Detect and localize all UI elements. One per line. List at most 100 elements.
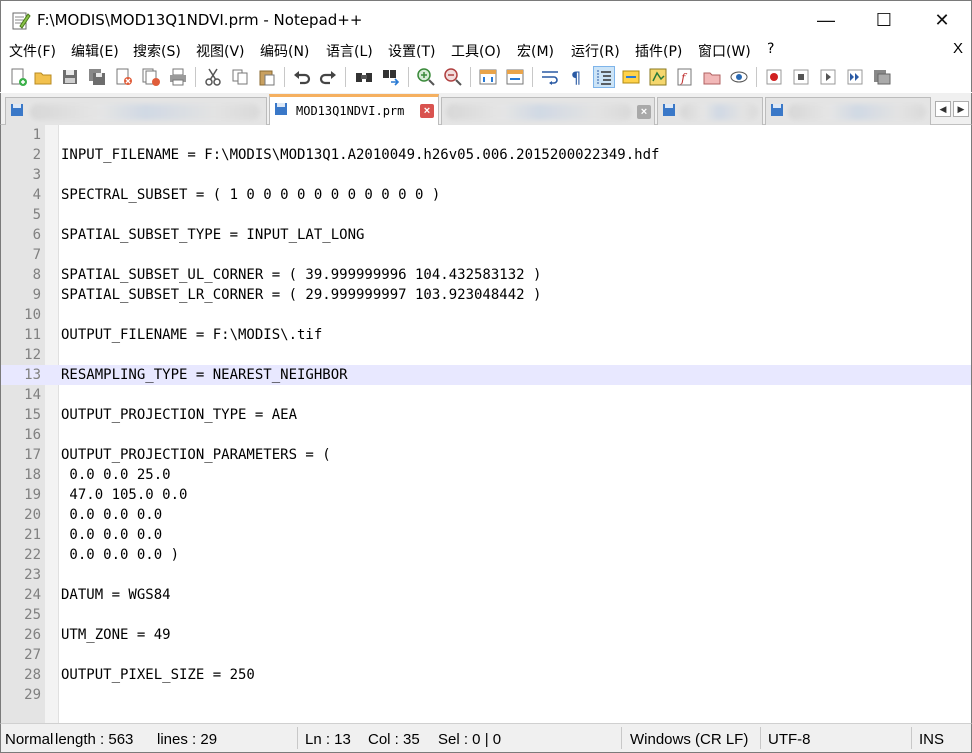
redo-icon[interactable] bbox=[317, 66, 339, 88]
zoom-in-icon[interactable] bbox=[415, 66, 437, 88]
maximize-button[interactable]: ☐ bbox=[855, 1, 913, 39]
code-line[interactable]: 21 0.0 0.0 0.0 bbox=[1, 525, 971, 545]
run-macro-multiple-icon[interactable] bbox=[844, 66, 866, 88]
cut-icon[interactable] bbox=[202, 66, 224, 88]
menu-settings[interactable]: 设置(T) bbox=[388, 41, 435, 61]
menu-plugins[interactable]: 插件(P) bbox=[635, 41, 682, 61]
sync-horizontal-icon[interactable] bbox=[504, 66, 526, 88]
menu-search[interactable]: 搜索(S) bbox=[133, 41, 181, 61]
code-line[interactable]: 28 OUTPUT_PIXEL_SIZE = 250 bbox=[1, 665, 971, 685]
code-line[interactable]: 17 OUTPUT_PROJECTION_PARAMETERS = ( bbox=[1, 445, 971, 465]
menu-tools[interactable]: 工具(O) bbox=[451, 41, 501, 61]
folder-workspace-icon[interactable] bbox=[701, 66, 723, 88]
code-line[interactable]: 27 bbox=[1, 645, 971, 665]
tab-mod13q1ndvi[interactable]: MOD13Q1NDVI.prm × bbox=[269, 94, 439, 125]
code-line[interactable]: 19 47.0 105.0 0.0 bbox=[1, 485, 971, 505]
tab-close-button[interactable]: × bbox=[420, 104, 434, 118]
code-line[interactable]: 20 0.0 0.0 0.0 bbox=[1, 505, 971, 525]
menu-file[interactable]: 文件(F) bbox=[9, 41, 56, 61]
function-list-icon[interactable]: f bbox=[674, 66, 696, 88]
code-line[interactable]: 22 0.0 0.0 0.0 ) bbox=[1, 545, 971, 565]
line-number: 25 bbox=[24, 607, 41, 623]
code-line[interactable]: 18 0.0 0.0 25.0 bbox=[1, 465, 971, 485]
code-line[interactable]: 23 bbox=[1, 565, 971, 585]
new-file-icon[interactable] bbox=[7, 66, 29, 88]
line-number: 4 bbox=[32, 187, 41, 203]
code-line[interactable]: 4 SPECTRAL_SUBSET = ( 1 0 0 0 0 0 0 0 0 0… bbox=[1, 185, 971, 205]
minimize-button[interactable]: — bbox=[797, 1, 855, 39]
undo-icon[interactable] bbox=[291, 66, 313, 88]
code-line[interactable]: 2 INPUT_FILENAME = F:\MODIS\MOD13Q1.A2010… bbox=[1, 145, 971, 165]
line-text: 47.0 105.0 0.0 bbox=[61, 487, 188, 503]
copy-icon[interactable] bbox=[229, 66, 251, 88]
code-line[interactable]: 7 bbox=[1, 245, 971, 265]
show-all-chars-icon[interactable]: ¶ bbox=[566, 66, 588, 88]
word-wrap-icon[interactable] bbox=[539, 66, 561, 88]
code-line[interactable]: 12 bbox=[1, 345, 971, 365]
line-number: 15 bbox=[24, 407, 41, 423]
line-text: 0.0 0.0 25.0 bbox=[61, 467, 171, 483]
line-number: 7 bbox=[32, 247, 41, 263]
editor[interactable]: 1 2 INPUT_FILENAME = F:\MODIS\MOD13Q1.A201… bbox=[0, 125, 972, 723]
user-language-icon[interactable] bbox=[620, 66, 642, 88]
code-line[interactable]: 29 bbox=[1, 685, 971, 705]
menu-edit[interactable]: 编辑(E) bbox=[71, 41, 119, 61]
code-line[interactable]: 8 SPATIAL_SUBSET_UL_CORNER = ( 39.9999999… bbox=[1, 265, 971, 285]
menu-help[interactable]: ? bbox=[767, 41, 774, 57]
menu-view[interactable]: 视图(V) bbox=[196, 41, 245, 61]
line-number: 2 bbox=[32, 147, 41, 163]
record-macro-icon[interactable] bbox=[763, 66, 785, 88]
code-line[interactable]: 10 bbox=[1, 305, 971, 325]
open-file-icon[interactable] bbox=[32, 66, 54, 88]
monitor-icon[interactable] bbox=[728, 66, 750, 88]
document-map-icon[interactable] bbox=[647, 66, 669, 88]
menu-language[interactable]: 语言(L) bbox=[326, 41, 373, 61]
zoom-out-icon[interactable] bbox=[442, 66, 464, 88]
line-number: 9 bbox=[32, 287, 41, 303]
save-all-icon[interactable] bbox=[86, 66, 108, 88]
tab-close-button[interactable]: × bbox=[637, 105, 651, 119]
tab-scroll-right-icon[interactable]: ▶ bbox=[953, 101, 969, 117]
tab-bar: MOD13Q1NDVI.prm × × ◀ ▶ bbox=[0, 93, 972, 125]
close-document-button[interactable]: X bbox=[953, 40, 963, 57]
close-all-icon[interactable] bbox=[140, 66, 162, 88]
stop-macro-icon[interactable] bbox=[790, 66, 812, 88]
find-icon[interactable] bbox=[353, 66, 375, 88]
save-macro-icon[interactable] bbox=[871, 66, 893, 88]
code-line[interactable]: 24 DATUM = WGS84 bbox=[1, 585, 971, 605]
code-line[interactable]: 9 SPATIAL_SUBSET_LR_CORNER = ( 29.9999999… bbox=[1, 285, 971, 305]
code-line[interactable]: 16 bbox=[1, 425, 971, 445]
sync-vertical-icon[interactable] bbox=[477, 66, 499, 88]
code-line[interactable]: 11 OUTPUT_FILENAME = F:\MODIS\.tif bbox=[1, 325, 971, 345]
replace-icon[interactable] bbox=[380, 66, 402, 88]
code-line[interactable]: 14 bbox=[1, 385, 971, 405]
tab-hidden-4[interactable] bbox=[765, 97, 931, 125]
menu-macro[interactable]: 宏(M) bbox=[517, 41, 554, 61]
menu-window[interactable]: 窗口(W) bbox=[698, 41, 751, 61]
print-icon[interactable] bbox=[167, 66, 189, 88]
code-line[interactable]: 25 bbox=[1, 605, 971, 625]
code-line[interactable]: 1 bbox=[1, 125, 971, 145]
tab-hidden-2[interactable]: × bbox=[441, 97, 655, 125]
tab-hidden-3[interactable] bbox=[657, 97, 763, 125]
code-line[interactable]: 13 RESAMPLING_TYPE = NEAREST_NEIGHBOR bbox=[1, 365, 971, 385]
tab-hidden-1[interactable] bbox=[5, 97, 267, 125]
code-line[interactable]: 3 bbox=[1, 165, 971, 185]
paste-icon[interactable] bbox=[256, 66, 278, 88]
code-line[interactable]: 5 bbox=[1, 205, 971, 225]
toolbar: ¶ f bbox=[0, 62, 972, 92]
code-line[interactable]: 15 OUTPUT_PROJECTION_TYPE = AEA bbox=[1, 405, 971, 425]
line-text: OUTPUT_PROJECTION_PARAMETERS = ( bbox=[61, 447, 331, 463]
save-icon[interactable] bbox=[59, 66, 81, 88]
line-text: 0.0 0.0 0.0 bbox=[61, 527, 163, 543]
line-number: 29 bbox=[24, 687, 41, 703]
menu-run[interactable]: 运行(R) bbox=[571, 41, 620, 61]
indent-guide-icon[interactable] bbox=[593, 66, 615, 88]
play-macro-icon[interactable] bbox=[817, 66, 839, 88]
code-line[interactable]: 26 UTM_ZONE = 49 bbox=[1, 625, 971, 645]
code-line[interactable]: 6 SPATIAL_SUBSET_TYPE = INPUT_LAT_LONG bbox=[1, 225, 971, 245]
menu-encoding[interactable]: 编码(N) bbox=[260, 41, 309, 61]
tab-scroll-left-icon[interactable]: ◀ bbox=[935, 101, 951, 117]
close-window-button[interactable]: ✕ bbox=[913, 1, 971, 39]
close-icon[interactable] bbox=[113, 66, 135, 88]
